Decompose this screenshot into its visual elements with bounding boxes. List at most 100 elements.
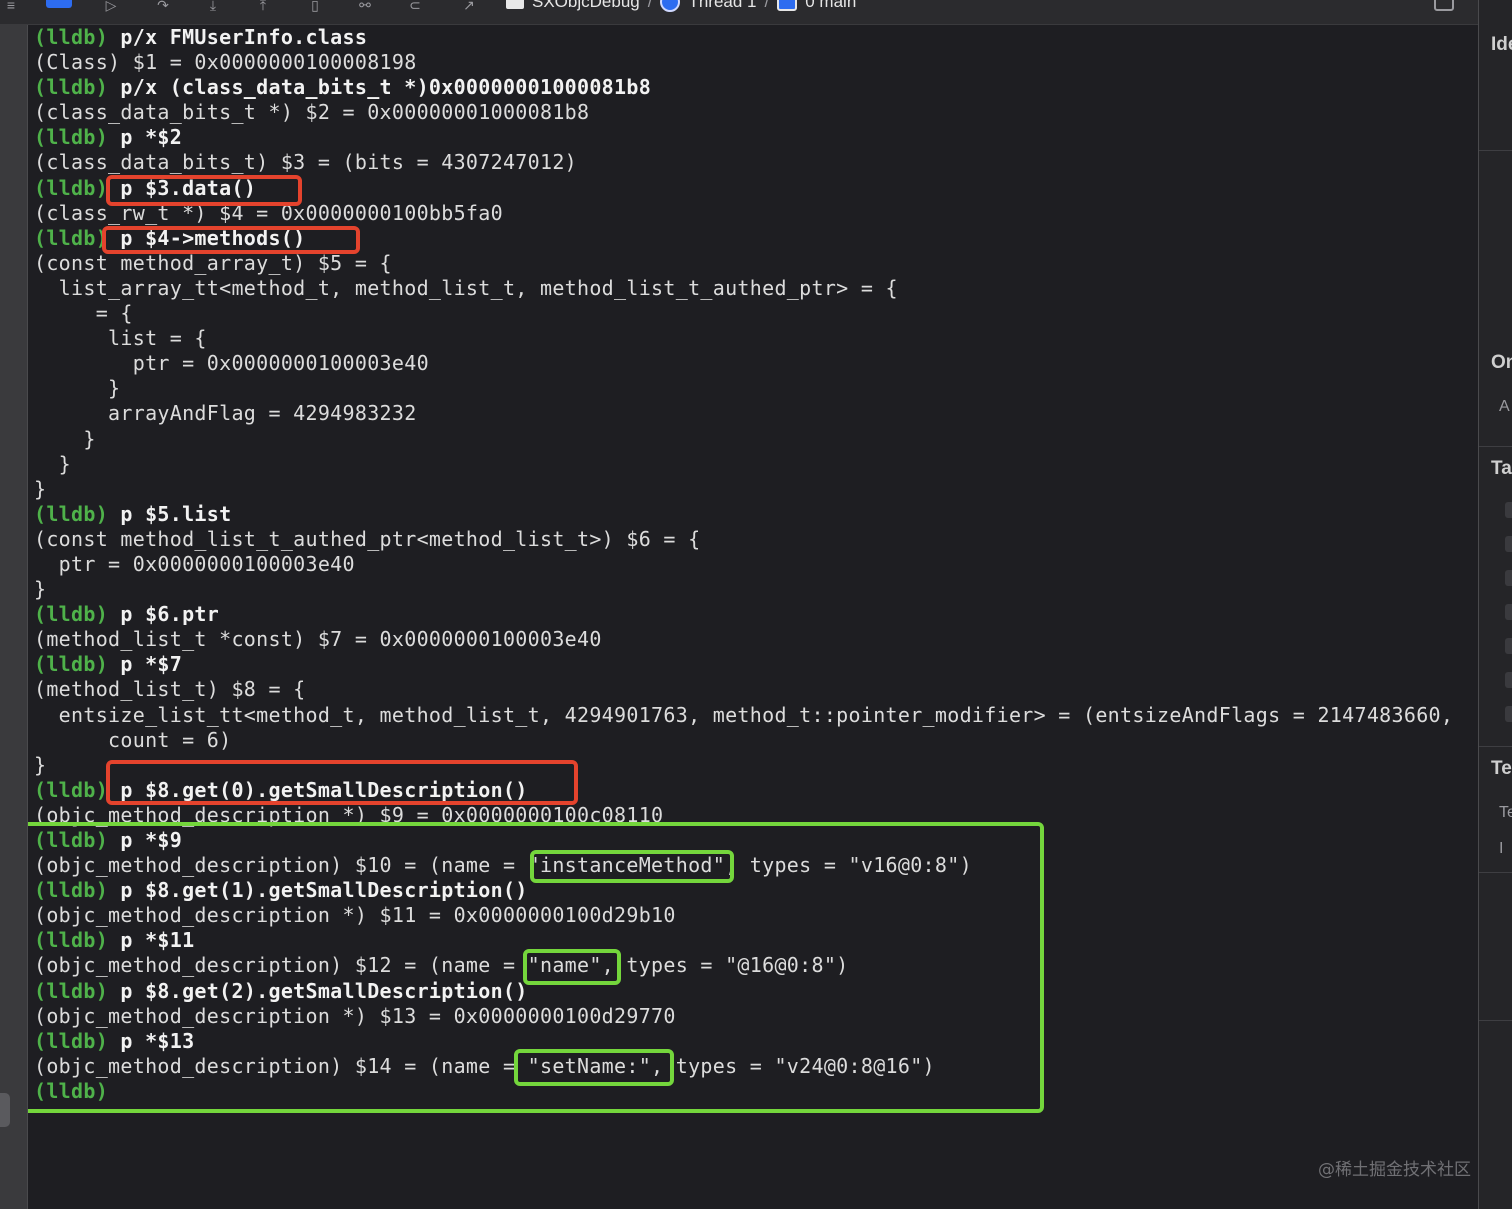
inspector-section-text: Te [1491,758,1512,779]
red-highlight-methods-call [102,226,360,254]
lldb-prompt: (lldb) [34,175,109,200]
red-highlight-data-call [106,175,302,206]
stack-frame-icon [777,0,798,11]
continue-icon[interactable]: ▷ [98,0,124,14]
lldb-command: p $6.ptr [108,602,220,627]
view-debugger-icon[interactable]: ▯ [302,0,328,14]
console-line: (class_data_bits_t *) $2 = 0x00000001000… [34,100,1453,125]
console-line: entsize_list_tt<method_t, method_list_t,… [34,703,1453,728]
lldb-output: list = { [34,326,207,351]
menu-icon[interactable]: ≡ [0,0,24,14]
green-highlight-instance-method-name [530,850,734,883]
inspector-field-a[interactable]: A [1499,398,1510,416]
hide-debug-area-icon[interactable] [46,0,72,8]
console-line: count = 6) [34,728,1453,753]
step-out-icon[interactable]: ⤒ [250,0,276,14]
console-line: } [34,452,1453,477]
step-over-icon[interactable]: ↷ [150,0,176,14]
lldb-output: = { [34,301,133,326]
toggle-console-icon[interactable] [1434,0,1454,11]
breadcrumb-separator: / [647,0,653,11]
inspector-divider [1479,446,1512,447]
lldb-output: } [34,451,72,476]
lldb-prompt: (lldb) [34,501,109,526]
console-line: list_array_tt<method_t, method_list_t, m… [34,276,1453,301]
inspector-checkbox[interactable] [1505,570,1512,586]
lldb-command: p $5.list [108,501,232,526]
console-line: (Class) $1 = 0x0000000100008198 [34,50,1453,75]
console-line: (lldb) p *$7 [34,652,1453,677]
inspector-divider [1479,746,1512,747]
lldb-output: (const method_array_t) $5 = { [34,250,392,275]
lldb-command: p/x FMUserInfo.class [108,25,368,49]
lldb-prompt: (lldb) [34,125,109,150]
inspector-section-identity: Ide [1491,34,1512,55]
console-line: } [34,577,1453,602]
lldb-output: entsize_list_tt<method_t, method_list_t,… [34,702,1454,727]
lldb-output: } [34,577,47,602]
console-line: ptr = 0x0000000100003e40 [34,552,1453,577]
breadcrumb-scheme[interactable]: SXObjcDebug [532,0,640,12]
memory-graph-icon[interactable]: ⚯ [352,0,378,14]
location-arrow-icon[interactable]: ↗ [456,0,482,14]
breadcrumb-separator: / [764,0,770,11]
breadcrumb-thread[interactable]: Thread 1 [688,0,756,12]
inspector-checkbox[interactable] [1505,672,1512,688]
lldb-console[interactable]: (lldb) p/x FMUserInfo.class (Class) $1 = … [28,25,1478,1209]
inspector-divider [1479,1020,1512,1021]
watermark: @稀土掘金技术社区 [1318,1160,1471,1180]
simulate-location-icon[interactable]: ⊂ [402,0,428,14]
lldb-command: p/x (class_data_bits_t *)0x0000000100008… [108,75,652,100]
lldb-output: (method_list_t *const) $7 = 0x0000000100… [34,627,602,652]
console-line: (method_list_t *const) $7 = 0x0000000100… [34,627,1453,652]
inspector-checkbox[interactable] [1505,706,1512,722]
console-line: (lldb) p *$2 [34,125,1453,150]
lldb-output: (class_data_bits_t *) $2 = 0x00000001000… [34,100,590,125]
lldb-output: } [34,476,47,501]
inspector-checkbox[interactable] [1505,536,1512,552]
breadcrumb-frame[interactable]: 0 main [805,0,856,12]
lldb-output: ptr = 0x0000000100003e40 [34,351,429,376]
console-line: (lldb) p/x FMUserInfo.class [34,25,1453,50]
lldb-prompt: (lldb) [34,225,109,250]
inspector-field-te[interactable]: Te [1499,804,1512,822]
step-into-icon[interactable]: ⤓ [200,0,226,14]
console-line: } [34,477,1453,502]
console-line: list = { [34,326,1453,351]
console-line: } [34,376,1453,401]
inspector-section-on-demand: On [1491,352,1512,373]
console-line: = { [34,301,1453,326]
lldb-output: } [34,376,121,401]
left-gutter [0,25,28,1209]
console-line: ptr = 0x0000000100003e40 [34,351,1453,376]
console-line: } [34,427,1453,452]
inspector-field-i[interactable]: I [1499,840,1503,858]
console-line: (class_data_bits_t) $3 = (bits = 4307247… [34,150,1453,175]
thread-icon [660,0,681,12]
lldb-prompt: (lldb) [34,652,109,677]
scroll-thumb[interactable] [0,1093,10,1127]
lldb-prompt: (lldb) [34,25,109,49]
inspector-checkbox[interactable] [1505,638,1512,654]
inspector-checkbox[interactable] [1505,604,1512,620]
lldb-output: ptr = 0x0000000100003e40 [34,551,355,576]
console-line: (lldb) p $5.list [34,502,1453,527]
lldb-output: count = 6) [34,727,232,752]
lldb-command: p *$2 [108,125,183,150]
inspector-divider [1479,150,1512,151]
inspector-divider [1479,872,1512,873]
lldb-output: (class_data_bits_t) $3 = (bits = 4307247… [34,150,578,175]
console-line: (method_list_t) $8 = { [34,677,1453,702]
lldb-output: list_array_tt<method_t, method_list_t, m… [34,275,898,300]
console-line: arrayAndFlag = 4294983232 [34,401,1453,426]
debug-toolbar: ≡ ▷ ↷ ⤓ ⤒ ▯ ⚯ ⊂ ↗ SXObjcDebug / Thread 1… [0,0,1478,25]
console-line: (const method_array_t) $5 = { [34,251,1453,276]
app-target-icon [506,0,524,9]
inspector-checkbox[interactable] [1505,502,1512,518]
console-line: (const method_list_t_authed_ptr<method_l… [34,527,1453,552]
lldb-command: p *$7 [108,652,183,677]
console-line: (lldb) p $6.ptr [34,602,1453,627]
breadcrumb: SXObjcDebug / Thread 1 / 0 main [506,0,856,12]
lldb-prompt: (lldb) [34,777,109,802]
console-line: (lldb) p/x (class_data_bits_t *)0x000000… [34,75,1453,100]
